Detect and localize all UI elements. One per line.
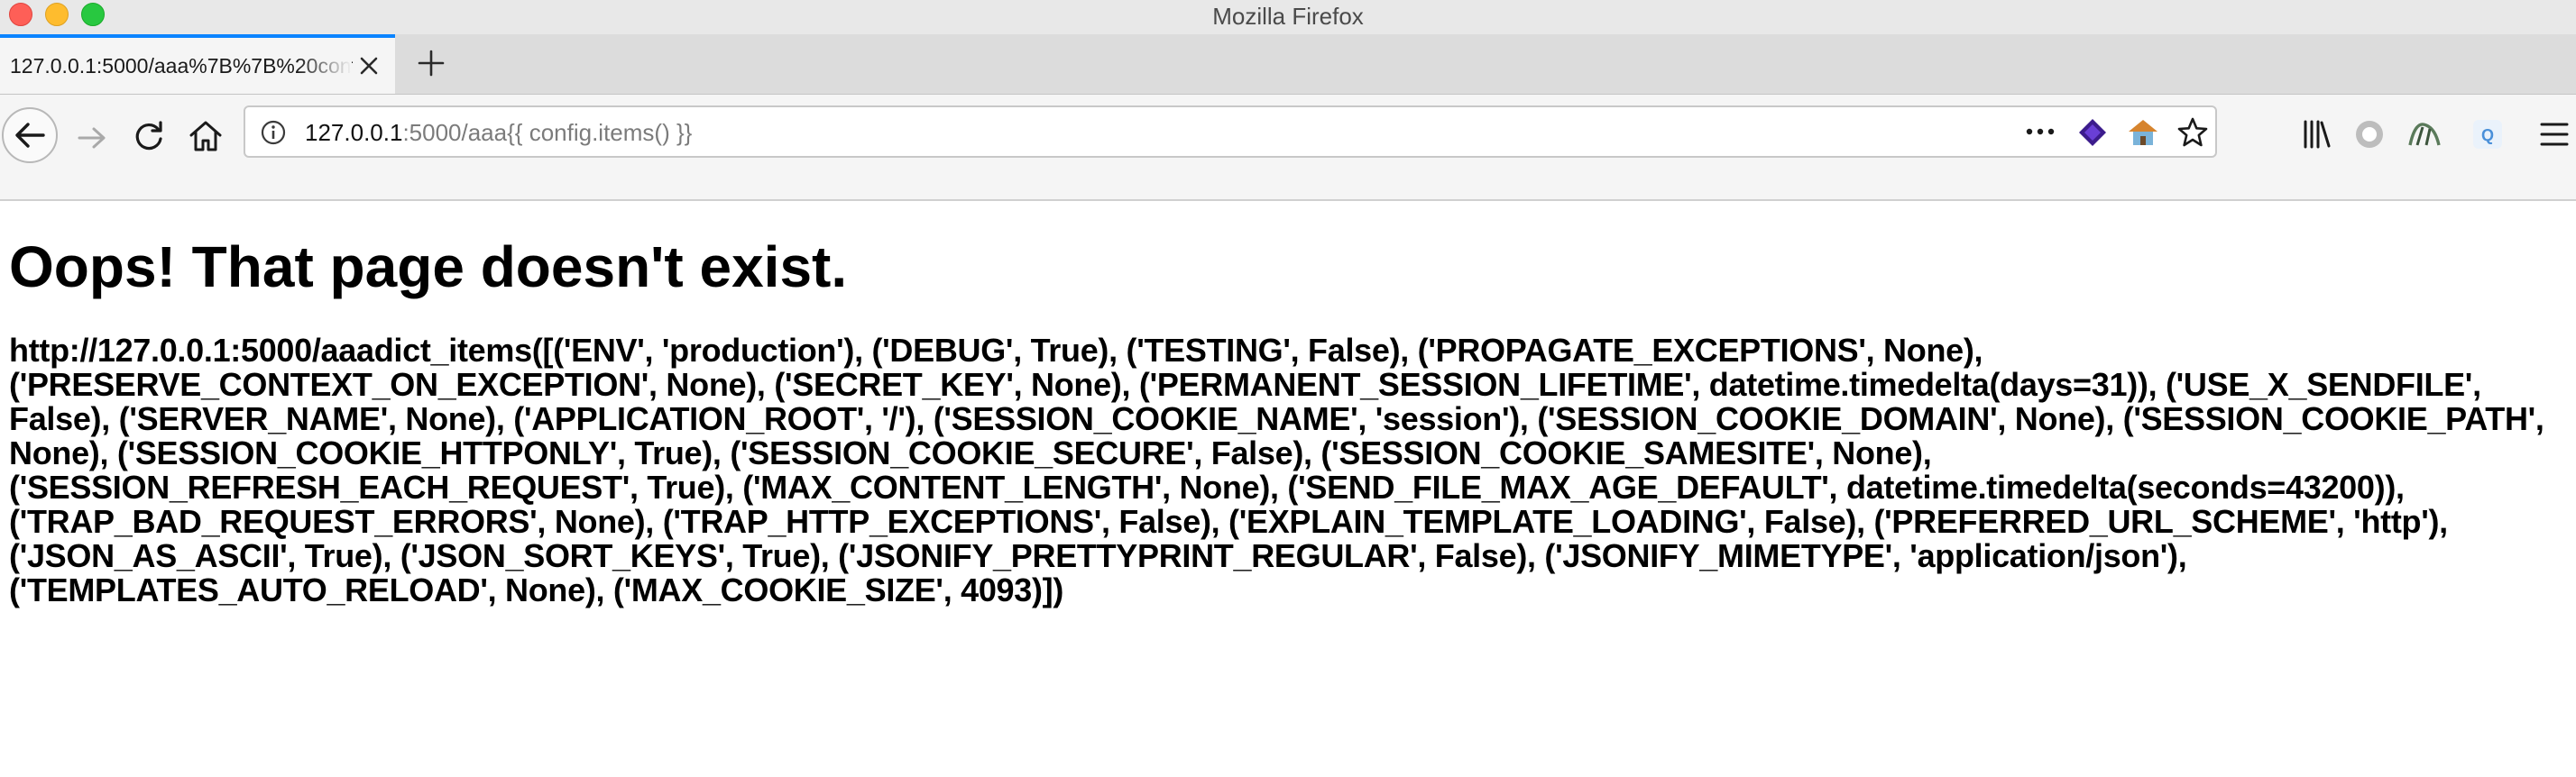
url-path: :5000/aaa{{ config.items() }}	[402, 119, 693, 146]
extension-icon[interactable]	[2076, 116, 2109, 149]
hamburger-menu-icon[interactable]	[2536, 118, 2572, 151]
more-icon[interactable]	[2022, 118, 2058, 145]
page-heading: Oops! That page doesn't exist.	[9, 234, 848, 299]
library-icon[interactable]	[2298, 116, 2334, 152]
close-icon[interactable]	[354, 50, 384, 81]
window-titlebar: Mozilla Firefox	[0, 0, 2576, 34]
svg-text:Q: Q	[2481, 126, 2494, 144]
url-host: 127.0.0.1	[305, 119, 403, 146]
tab-strip: 127.0.0.1:5000/aaa%7B%7B%20config.items(…	[0, 34, 2576, 95]
page-content: Oops! That page doesn't exist. http://12…	[0, 201, 2576, 777]
home-extension-icon[interactable]	[2125, 115, 2161, 150]
info-icon[interactable]	[260, 119, 287, 146]
home-icon[interactable]	[186, 116, 225, 156]
star-icon[interactable]	[2176, 115, 2210, 150]
extension-icon[interactable]	[2405, 114, 2444, 154]
error-body-text: http://127.0.0.1:5000/aaadict_items([('E…	[9, 332, 2544, 608]
arrow-right-icon[interactable]	[72, 118, 112, 158]
back-button[interactable]	[2, 107, 58, 163]
address-bar[interactable]: 127.0.0.1:5000/aaa{{ config.items() }}	[244, 105, 2217, 158]
extension-icon[interactable]: Q	[2471, 118, 2504, 151]
active-tab[interactable]: 127.0.0.1:5000/aaa%7B%7B%20config.items(…	[0, 34, 395, 94]
sync-icon[interactable]	[2352, 117, 2387, 151]
tab-title-fade	[298, 47, 352, 87]
reload-icon[interactable]	[130, 117, 168, 155]
url-text: 127.0.0.1:5000/aaa{{ config.items() }}	[305, 116, 692, 149]
navigation-toolbar: 127.0.0.1:5000/aaa{{ config.items() }} Q	[0, 95, 2576, 201]
plus-icon[interactable]	[413, 45, 449, 81]
arrow-left-icon	[15, 123, 45, 148]
window-title: Mozilla Firefox	[1212, 3, 1364, 30]
